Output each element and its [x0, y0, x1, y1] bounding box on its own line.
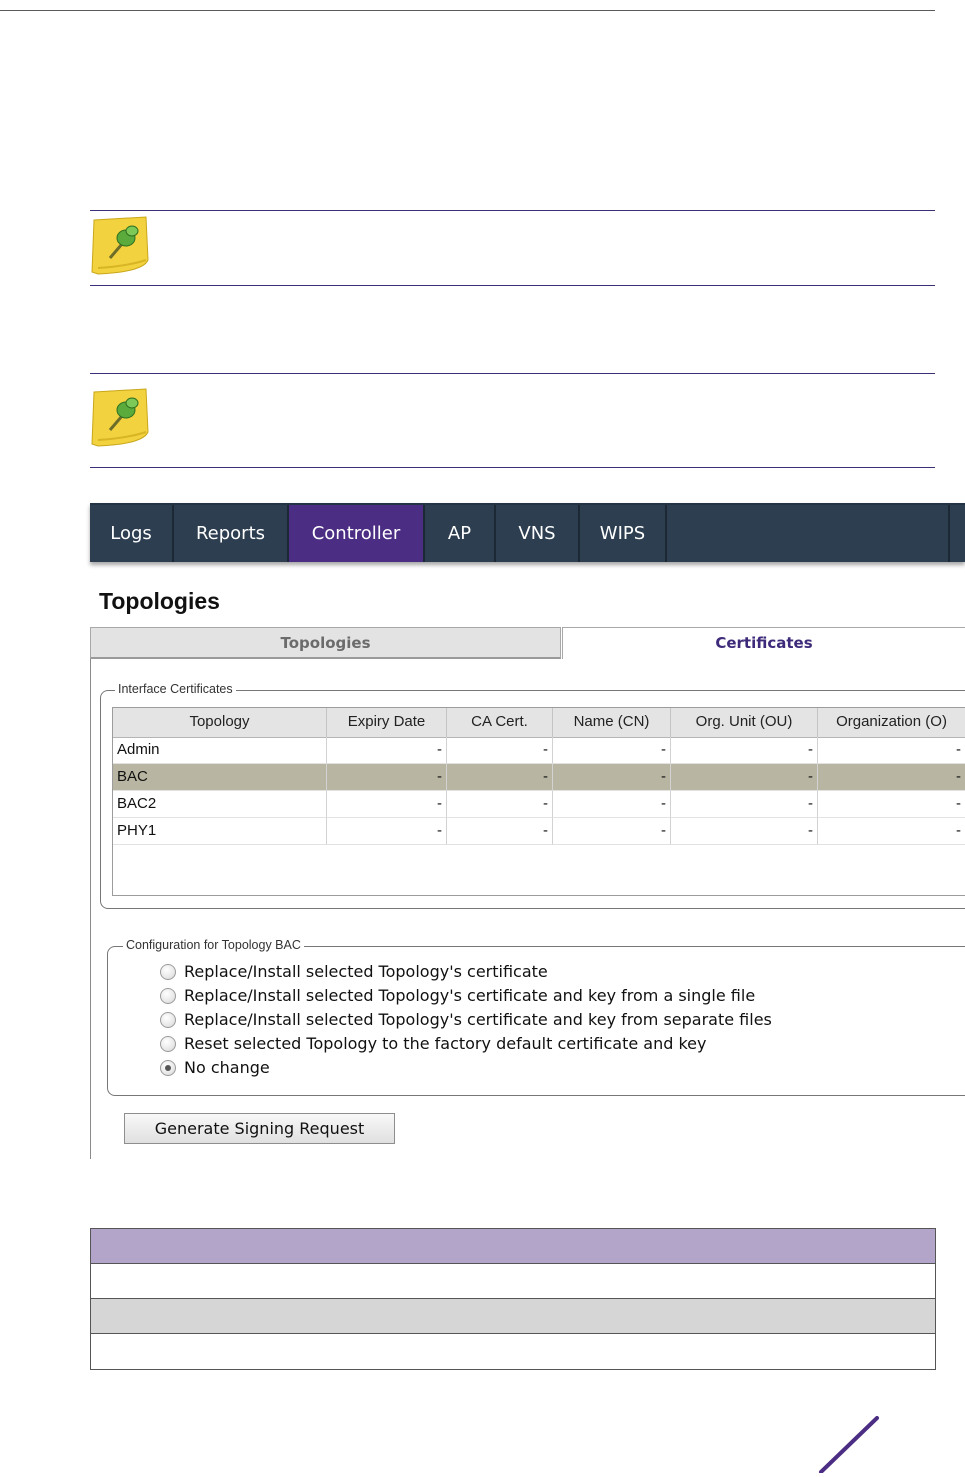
table-row [91, 1334, 935, 1369]
column-header-organization[interactable]: Organization (O) [818, 708, 965, 737]
nav-tab-reports[interactable]: Reports [174, 505, 289, 562]
panel-left-border [90, 659, 91, 1159]
interface-certificates-legend: Interface Certificates [115, 682, 236, 696]
radio-label: Replace/Install selected Topology's cert… [184, 962, 548, 981]
nav-tab-vns[interactable]: VNS [496, 505, 580, 562]
cell-expiry-date: - [327, 791, 447, 818]
radio-button[interactable] [160, 1012, 176, 1028]
tab-certificates[interactable]: Certificates [562, 627, 965, 659]
cell-topology: PHY1 [113, 818, 327, 845]
certificates-table: Topology Expiry Date CA Cert. Name (CN) … [112, 707, 965, 896]
cell-name-cn: - [553, 791, 671, 818]
radio-label: Replace/Install selected Topology's cert… [184, 986, 756, 1005]
cell-organization: - [818, 764, 965, 791]
table-row [91, 1299, 935, 1334]
reference-table [90, 1228, 936, 1370]
radio-label: Reset selected Topology to the factory d… [184, 1034, 707, 1053]
radio-button[interactable] [160, 964, 176, 980]
cell-org-unit: - [671, 737, 818, 764]
radio-button[interactable] [160, 1036, 176, 1052]
cell-organization: - [818, 818, 965, 845]
radio-button-selected[interactable] [160, 1060, 176, 1076]
cell-name-cn: - [553, 818, 671, 845]
radio-button[interactable] [160, 988, 176, 1004]
cell-name-cn: - [553, 737, 671, 764]
cell-ca-cert: - [447, 791, 553, 818]
radio-label: Replace/Install selected Topology's cert… [184, 1010, 772, 1029]
table-row[interactable]: Admin - - - - - [113, 737, 965, 764]
note-bottom-rule [90, 285, 935, 286]
configuration-legend: Configuration for Topology BAC [123, 938, 304, 952]
cell-organization: - [818, 791, 965, 818]
cell-expiry-date: - [327, 764, 447, 791]
table-header: Topology Expiry Date CA Cert. Name (CN) … [113, 708, 965, 738]
table-row-selected[interactable]: BAC - - - - - [113, 764, 965, 791]
note-top-rule [90, 210, 935, 211]
nav-tab-ap[interactable]: AP [425, 505, 496, 562]
nav-tab-logs[interactable]: Logs [90, 505, 174, 562]
cell-expiry-date: - [327, 818, 447, 845]
note-top-rule [90, 373, 935, 374]
tab-topologies[interactable]: Topologies [90, 627, 561, 659]
cell-topology: BAC [113, 764, 327, 791]
note-bottom-rule [90, 467, 935, 468]
table-row[interactable]: BAC2 - - - - - [113, 791, 965, 818]
column-header-expiry-date[interactable]: Expiry Date [327, 708, 447, 737]
cell-expiry-date: - [327, 737, 447, 764]
cell-topology: BAC2 [113, 791, 327, 818]
cell-ca-cert: - [447, 764, 553, 791]
main-nav-bar: Logs Reports Controller AP VNS WIPS [90, 503, 965, 562]
column-header-name-cn[interactable]: Name (CN) [553, 708, 671, 737]
pushpin-note-icon [88, 214, 154, 276]
radio-selected-dot [165, 1065, 171, 1071]
nav-tab-wips[interactable]: WIPS [580, 505, 667, 562]
column-header-ca-cert[interactable]: CA Cert. [447, 708, 553, 737]
cell-ca-cert: - [447, 737, 553, 764]
column-header-topology[interactable]: Topology [113, 708, 327, 737]
cell-org-unit: - [671, 764, 818, 791]
radio-label: No change [184, 1058, 270, 1077]
table-row [91, 1264, 935, 1299]
generate-signing-request-button[interactable]: Generate Signing Request [124, 1113, 395, 1144]
cell-org-unit: - [671, 818, 818, 845]
cell-ca-cert: - [447, 818, 553, 845]
header-rule [0, 10, 935, 11]
table-header-row [91, 1229, 935, 1264]
pushpin-note-icon [88, 386, 154, 448]
cell-topology: Admin [113, 737, 327, 764]
table-row[interactable]: PHY1 - - - - - [113, 818, 965, 845]
nav-tab-controller[interactable]: Controller [289, 505, 425, 562]
column-header-org-unit[interactable]: Org. Unit (OU) [671, 708, 818, 737]
cell-org-unit: - [671, 791, 818, 818]
cell-name-cn: - [553, 764, 671, 791]
cell-organization: - [818, 737, 965, 764]
nav-divider [948, 505, 950, 562]
brand-slash-icon [815, 1416, 880, 1474]
page-title: Topologies [99, 588, 220, 614]
